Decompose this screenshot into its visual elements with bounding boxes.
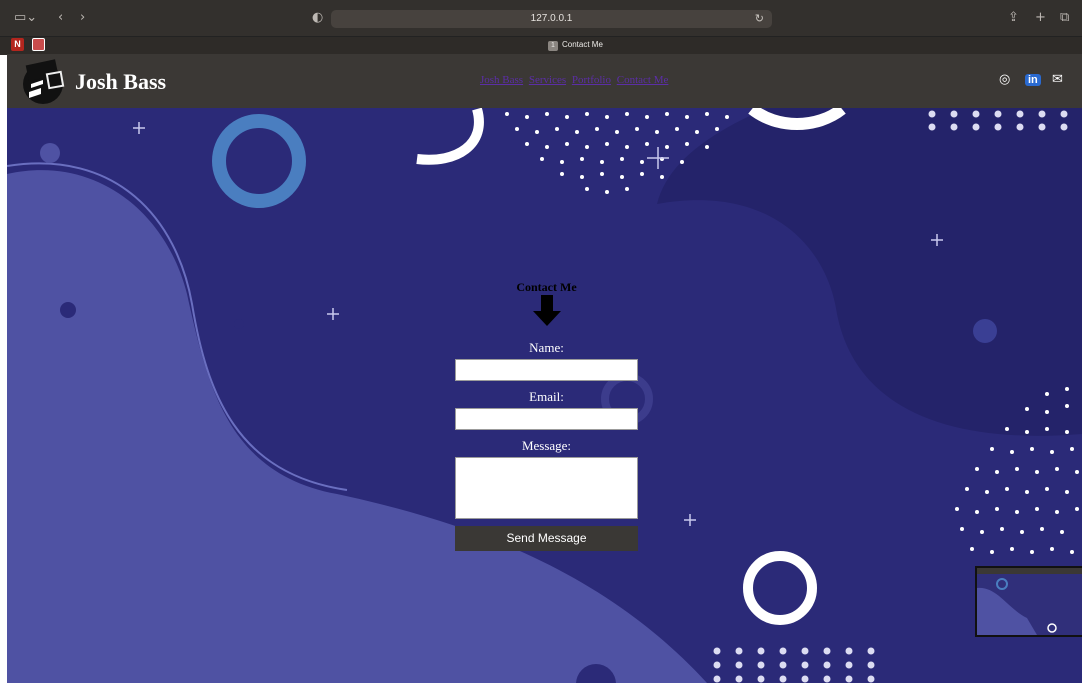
linkedin-icon[interactable]: in xyxy=(1025,74,1041,86)
name-label: Name: xyxy=(529,340,564,355)
instagram-icon[interactable]: ◎ xyxy=(999,72,1010,87)
share-icon[interactable]: ⇪ xyxy=(1008,10,1019,25)
tab-bar xyxy=(0,36,1082,55)
contact-heading: Contact Me xyxy=(516,280,577,294)
privacy-shield-icon[interactable]: ◐ xyxy=(312,10,323,25)
site-logo-icon[interactable] xyxy=(19,58,67,106)
address-bar[interactable]: 127.0.0.1 ↻ xyxy=(331,10,772,28)
tab-number-badge: 1 xyxy=(548,41,558,51)
nav-link-portfolio[interactable]: Portfolio xyxy=(572,74,611,86)
email-field[interactable] xyxy=(455,408,638,430)
nav-links: Josh Bass Services Portfolio Contact Me xyxy=(480,74,671,86)
message-textarea[interactable] xyxy=(455,457,638,519)
tab-overview-icon[interactable]: ⧉ xyxy=(1060,10,1069,25)
browser-chrome: ▭⌄ ‹ › ◐ 127.0.0.1 ↻ ⇪ + ⧉ N 1 Contact Me xyxy=(0,0,1082,55)
message-label: Message: xyxy=(521,438,572,453)
tab-title: Contact Me xyxy=(562,40,603,49)
forward-icon[interactable]: › xyxy=(80,10,85,25)
tab-contact[interactable]: 1 Contact Me xyxy=(548,38,603,51)
nav-link-home[interactable]: Josh Bass xyxy=(480,74,523,86)
url-text: 127.0.0.1 xyxy=(530,13,573,24)
new-tab-icon[interactable]: + xyxy=(1035,10,1046,25)
nav-link-contact[interactable]: Contact Me xyxy=(617,74,669,86)
browser-toolbar: ▭⌄ ‹ › ◐ 127.0.0.1 ↻ ⇪ + ⧉ xyxy=(0,0,1082,36)
name-field[interactable] xyxy=(455,359,638,381)
site-navbar: Josh Bass Josh Bass Services Portfolio C… xyxy=(7,54,1082,108)
page-preview-thumbnail[interactable] xyxy=(975,566,1082,637)
bookmark-favicon-icon[interactable] xyxy=(32,38,45,51)
reload-icon[interactable]: ↻ xyxy=(755,10,764,28)
contact-form: Contact Me Name: Email: Message: Send Me… xyxy=(455,280,638,551)
preview-shapes xyxy=(977,568,1082,635)
email-label: Email: xyxy=(529,389,564,404)
back-icon[interactable]: ‹ xyxy=(58,10,63,25)
netflix-favicon-icon[interactable]: N xyxy=(11,38,24,51)
sidebar-icon[interactable]: ▭⌄ xyxy=(14,10,37,25)
mail-icon[interactable]: ✉ xyxy=(1052,72,1063,87)
site-brand[interactable]: Josh Bass xyxy=(75,69,166,95)
send-message-button[interactable]: Send Message xyxy=(455,526,638,551)
arrow-down-icon xyxy=(532,295,561,326)
nav-link-services[interactable]: Services xyxy=(529,74,566,86)
